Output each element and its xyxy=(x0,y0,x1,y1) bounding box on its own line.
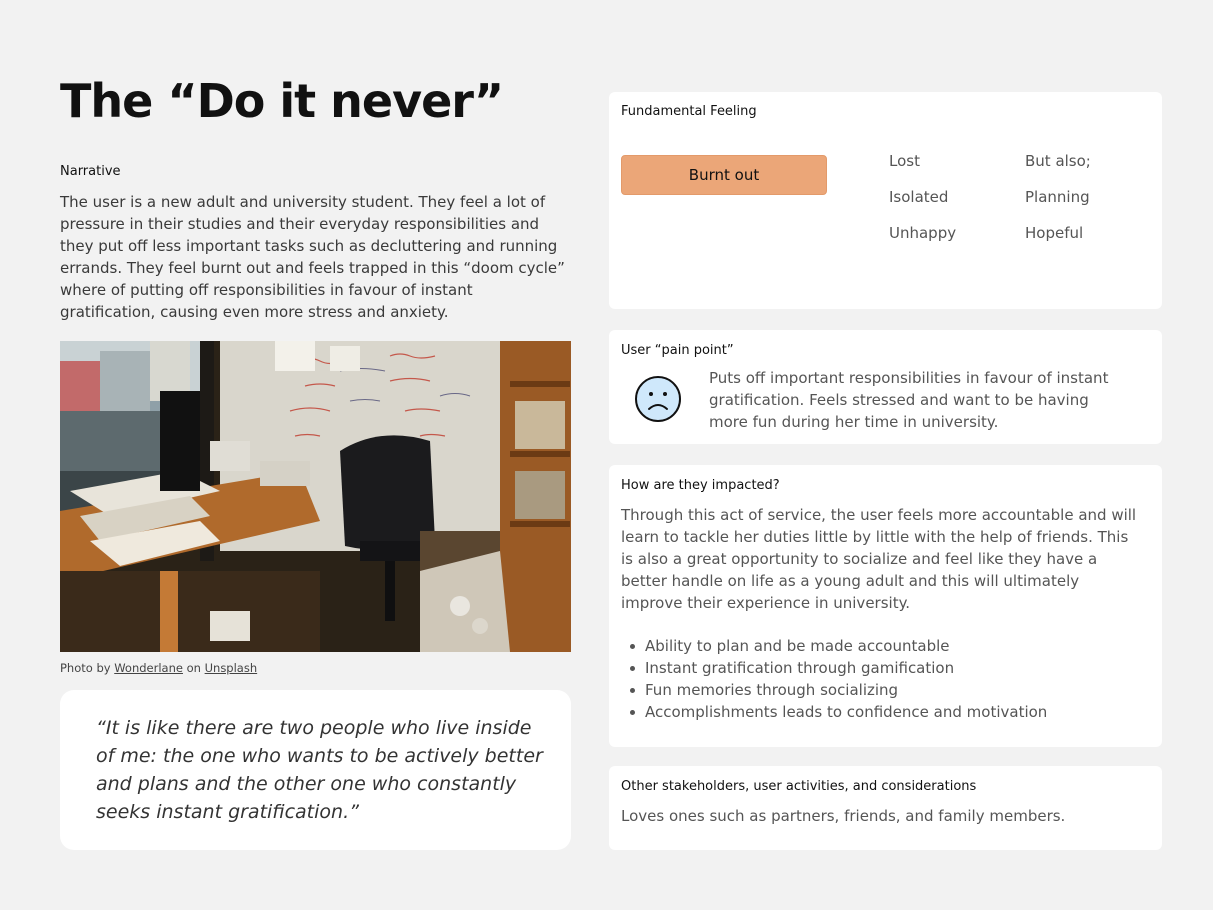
impact-bullet-list: Ability to plan and be made accountable … xyxy=(621,635,1047,723)
stakeholders-title: Other stakeholders, user activities, and… xyxy=(621,779,977,794)
fundamental-feeling-card: Fundamental Feeling Burnt out Lost Isola… xyxy=(609,92,1162,309)
source-link[interactable]: Unsplash xyxy=(205,661,258,675)
feeling-isolated: Isolated xyxy=(889,188,949,206)
cluttered-desk-photo xyxy=(60,341,571,652)
feeling-planning: Planning xyxy=(1025,188,1090,206)
list-item: Accomplishments leads to confidence and … xyxy=(621,701,1047,723)
sad-face-icon xyxy=(633,374,683,424)
pain-point-card: User “pain point” Puts off important res… xyxy=(609,330,1162,444)
pain-point-text: Puts off important responsibilities in f… xyxy=(709,369,1109,431)
narrative-label: Narrative xyxy=(60,164,121,179)
narrative-text: The user is a new adult and university s… xyxy=(60,193,565,321)
primary-feeling-badge: Burnt out xyxy=(621,155,827,195)
stakeholders-card: Other stakeholders, user activities, and… xyxy=(609,766,1162,850)
but-also-label: But also; xyxy=(1025,152,1091,170)
photo-caption: Photo by Wonderlane on Unsplash xyxy=(60,661,257,675)
quote-text: “It is like there are two people who liv… xyxy=(96,717,543,823)
stakeholders-text: Loves ones such as partners, friends, an… xyxy=(621,807,1066,825)
pain-point-title: User “pain point” xyxy=(621,343,734,358)
feeling-unhappy: Unhappy xyxy=(889,224,957,242)
quote-card: “It is like there are two people who liv… xyxy=(60,690,571,850)
author-link[interactable]: Wonderlane xyxy=(114,661,183,675)
list-item: Fun memories through socializing xyxy=(621,679,1047,701)
feeling-hopeful: Hopeful xyxy=(1025,224,1084,242)
impact-card: How are they impacted? Through this act … xyxy=(609,465,1162,747)
impact-text: Through this act of service, the user fe… xyxy=(621,506,1137,612)
list-item: Ability to plan and be made accountable xyxy=(621,635,1047,657)
feeling-lost: Lost xyxy=(889,152,920,170)
page-title: The “Do it never” xyxy=(60,74,504,128)
caption-mid: on xyxy=(186,661,201,675)
fundamental-feeling-title: Fundamental Feeling xyxy=(621,104,757,119)
list-item: Instant gratification through gamificati… xyxy=(621,657,1047,679)
caption-prefix: Photo by xyxy=(60,661,111,675)
impact-title: How are they impacted? xyxy=(621,478,780,493)
